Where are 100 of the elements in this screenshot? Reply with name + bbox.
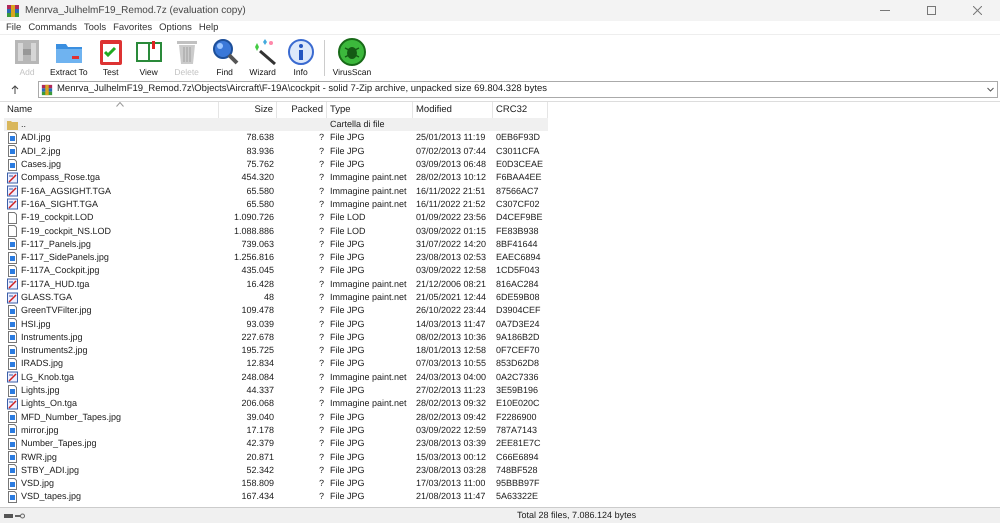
file-row[interactable]: F-16A_SIGHT.TGA 65.580 ? Immagine paint.net 16/11/2022 21:52 C307CF02: [4, 198, 548, 212]
crc-cell: E0D3CEAE: [496, 160, 544, 170]
name-cell: Compass_Rose.tga: [21, 173, 100, 182]
file-row[interactable]: F-117A_Cockpit.jpg 435.045 ? File JPG 03/09/2022 12:58 1CD5F043: [4, 264, 548, 278]
modified-cell: 14/03/2013 11:47: [416, 320, 486, 329]
file-row[interactable]: F-19_cockpit_NS.LOD 1.088.886 ? File LOD 03/09/2022 01:15 FE83B938: [4, 224, 548, 238]
crc-cell: 816AC284: [496, 280, 539, 289]
packed-cell: ?: [318, 466, 324, 475]
name-cell: F-16A_SIGHT.TGA: [21, 200, 98, 209]
file-row[interactable]: .. Cartella di file: [4, 118, 548, 132]
modified-cell: 03/09/2022 01:15: [416, 226, 486, 236]
file-row[interactable]: RWR.jpg 20.871 ? File JPG 15/03/2013 00:12 C66E6894: [4, 450, 548, 464]
menu-item[interactable]: Help: [196, 22, 222, 32]
type-cell: File JPG: [330, 359, 365, 368]
file-row[interactable]: GLASS.TGA 48 ? Immagine paint.net 21/05/2021 12:44 6DE59B08: [4, 290, 548, 304]
type-cell: Immagine paint.net: [330, 372, 407, 382]
toolbar-button[interactable]: Info: [282, 37, 320, 78]
size-cell: 167.434: [241, 492, 274, 502]
file-row[interactable]: Compass_Rose.tga 454.320 ? Immagine paint.net 28/02/2013 10:12 F6BAA4EE: [4, 171, 548, 184]
packed-cell: ?: [318, 359, 324, 368]
paint-image-icon: [7, 398, 18, 410]
file-row[interactable]: LG_Knob.tga 248.084 ? Immagine paint.net 24/03/2013 04:00 0A2C7336: [4, 370, 548, 384]
file-row[interactable]: mirror.jpg 17.178 ? File JPG 03/09/2022 12:59 787A7143: [4, 424, 548, 438]
menu-item[interactable]: Options: [156, 22, 195, 32]
name-cell: RWR.jpg: [21, 452, 57, 462]
crc-cell: C3011CFA: [496, 146, 540, 156]
size-cell: 48: [264, 293, 274, 302]
file-row[interactable]: GreenTVFilter.jpg 109.478 ? File JPG 26/10/2022 23:44 D3904CEF: [4, 304, 548, 318]
size-cell: 12.834: [246, 359, 274, 368]
name-cell: ADI_2.jpg: [21, 146, 61, 156]
toolbar-button[interactable]: View: [130, 37, 168, 78]
file-row[interactable]: MFD_Number_Tapes.jpg 39.040 ? File JPG 28/02/2013 09:42 F2286900: [4, 410, 548, 424]
menu-item[interactable]: File: [3, 22, 24, 32]
crc-cell: 787A7143: [496, 426, 538, 435]
file-row[interactable]: VSD.jpg 158.809 ? File JPG 17/03/2013 11:00 95BBB97F: [4, 477, 548, 490]
name-cell: F-117_Panels.jpg: [21, 240, 91, 249]
name-cell: F-117_SidePanels.jpg: [21, 253, 109, 262]
file-row[interactable]: F-19_cockpit.LOD 1.090.726 ? File LOD 01/09/2022 23:56 D4CEF9BE: [4, 211, 548, 224]
modified-cell: 16/11/2022 21:52: [416, 200, 486, 209]
packed-cell: ?: [318, 346, 324, 356]
crc-cell: 0F7CEF70: [496, 346, 540, 356]
modified-cell: 18/01/2013 12:58: [416, 346, 486, 356]
type-cell: Cartella di file: [330, 120, 385, 130]
type-cell: Immagine paint.net: [330, 399, 407, 408]
size-cell: 248.084: [241, 372, 274, 382]
file-row[interactable]: Lights_On.tga 206.068 ? Immagine paint.net 28/02/2013 09:32 E10E020C: [4, 397, 548, 411]
modified-cell: 15/03/2013 00:12: [416, 452, 486, 462]
image-file-icon: [7, 384, 18, 397]
file-row[interactable]: F-117_SidePanels.jpg 1.256.816 ? File JPG 23/08/2013 02:53 EAEC6894: [4, 250, 548, 264]
file-row[interactable]: Instruments2.jpg 195.725 ? File JPG 18/01/2013 12:58 0F7CEF70: [4, 344, 548, 358]
name-cell: F-19_cockpit_NS.LOD: [21, 226, 112, 236]
file-row[interactable]: F-117_Panels.jpg 739.063 ? File JPG 31/07/2022 14:20 8BF41644: [4, 238, 548, 251]
menu-item[interactable]: Commands: [25, 22, 80, 32]
crc-cell: E10E020C: [496, 399, 540, 408]
crc-cell: FE83B938: [496, 226, 539, 236]
modified-cell: 26/10/2022 23:44: [416, 306, 486, 316]
size-cell: 435.045: [241, 266, 274, 276]
crc-cell: 0EB6F93D: [496, 133, 540, 142]
file-row[interactable]: ADI.jpg 78.638 ? File JPG 25/01/2013 11:19 0EB6F93D: [4, 131, 548, 145]
packed-cell: ?: [318, 266, 324, 276]
modified-cell: 21/05/2021 12:44: [416, 293, 486, 302]
toolbar-button[interactable]: Extract To: [46, 37, 92, 78]
toolbar-button[interactable]: Wizard: [244, 37, 282, 78]
modified-cell: 31/07/2022 14:20: [416, 240, 486, 249]
toolbar-button[interactable]: Test: [92, 37, 130, 78]
file-row[interactable]: F-16A_AGSIGHT.TGA 65.580 ? Immagine paint.net 16/11/2022 21:51 87566AC7: [4, 184, 548, 198]
file-row[interactable]: VSD_tapes.jpg 167.434 ? File JPG 21/08/2013 11:47 5A63322E: [4, 490, 548, 504]
archive-icon: [41, 84, 53, 96]
toolbar-button[interactable]: Find: [206, 37, 244, 78]
modified-cell: 16/11/2022 21:51: [416, 186, 486, 196]
file-row[interactable]: ADI_2.jpg 83.936 ? File JPG 07/02/2013 07:44 C3011CFA: [4, 144, 548, 158]
image-file-icon: [7, 132, 18, 144]
file-row[interactable]: STBY_ADI.jpg 52.342 ? File JPG 23/08/2013 03:28 748BF528: [4, 464, 548, 478]
image-file-icon: [7, 304, 18, 317]
file-row[interactable]: F-117A_HUD.tga 16.428 ? Immagine paint.net 21/12/2006 08:21 816AC284: [4, 278, 548, 291]
file-row[interactable]: Number_Tapes.jpg 42.379 ? File JPG 23/08/2013 03:39 2EE81E7C: [4, 437, 548, 450]
file-row[interactable]: Lights.jpg 44.337 ? File JPG 27/02/2013 11:23 3E59B196: [4, 384, 548, 398]
folder-icon: [7, 118, 18, 131]
menu-item[interactable]: Favorites: [110, 22, 156, 32]
file-row[interactable]: Instruments.jpg 227.678 ? File JPG 08/02/2013 10:36 9A186B2D: [4, 330, 548, 344]
packed-cell: ?: [318, 332, 324, 342]
file-row[interactable]: Cases.jpg 75.762 ? File JPG 03/09/2013 06:48 E0D3CEAE: [4, 158, 548, 172]
name-cell: Instruments.jpg: [21, 332, 83, 342]
image-file-icon: [7, 158, 18, 171]
type-cell: Immagine paint.net: [330, 173, 407, 182]
modified-cell: 23/08/2013 03:39: [416, 439, 486, 448]
dropdown-icon: [987, 87, 994, 92]
image-file-icon: [7, 478, 18, 490]
menu-item[interactable]: Tools: [80, 22, 110, 32]
address-field[interactable]: Menrva_JulhelmF19_Remod.7z\Objects\Aircraft\F-19A\cockpit - solid 7-Zip archive, unpacked size 69.804.328 bytes: [38, 81, 998, 98]
archive-icon: [6, 4, 20, 18]
paint-image-icon: [7, 371, 18, 384]
packed-cell: ?: [318, 146, 324, 156]
image-file-icon: [7, 358, 18, 370]
toolbar-button[interactable]: VirusScan: [328, 37, 376, 78]
file-row[interactable]: HSI.jpg 93.039 ? File JPG 14/03/2013 11:47 0A7D3E24: [4, 317, 548, 331]
file-row[interactable]: IRADS.jpg 12.834 ? File JPG 07/03/2013 10:55 853D62D8: [4, 357, 548, 371]
crc-cell: 0A2C7336: [496, 372, 539, 382]
packed-cell: ?: [318, 479, 324, 488]
crc-cell: D3904CEF: [496, 306, 541, 316]
